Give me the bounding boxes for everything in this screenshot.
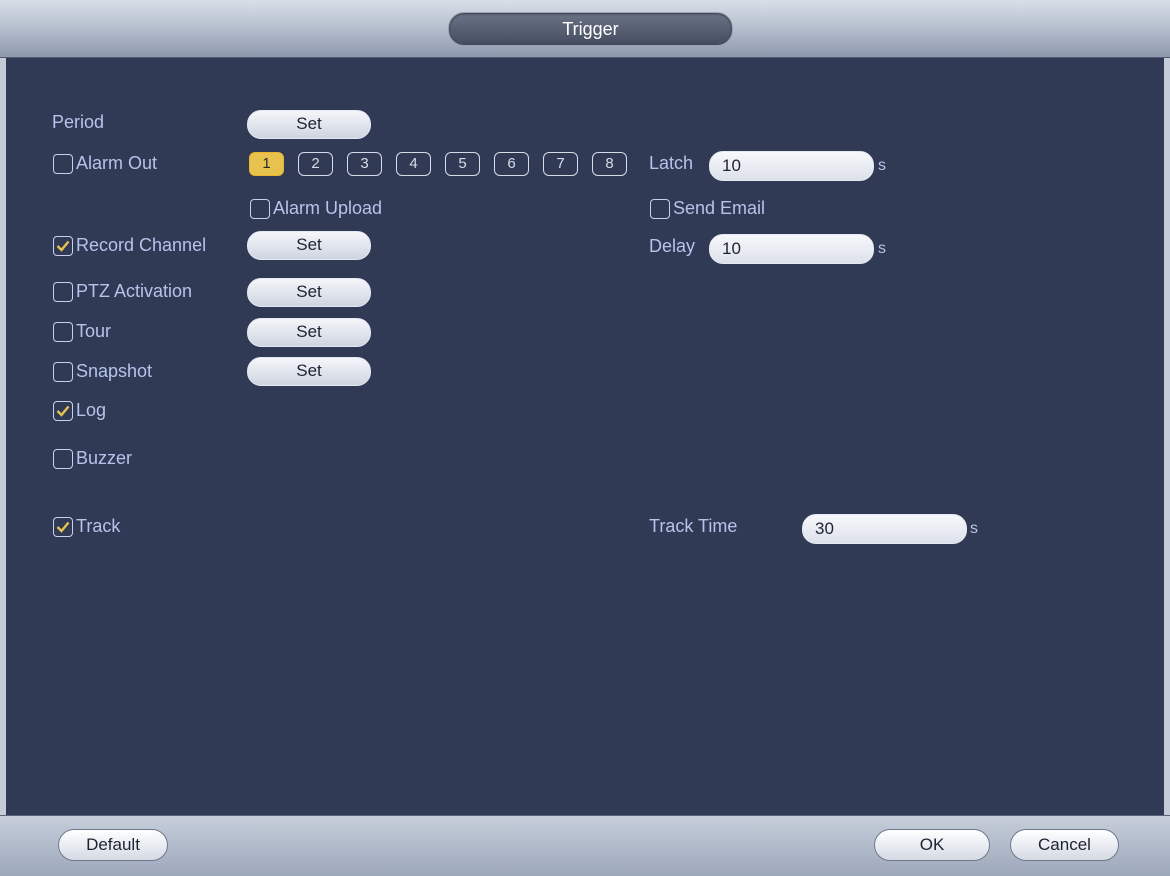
log-checkbox[interactable] [53,400,73,421]
track-label: Track [76,516,121,536]
channel-2-button[interactable]: 2 [298,152,333,176]
alarm-upload-label: Alarm Upload [273,198,383,218]
buzzer-checkbox[interactable] [53,448,73,469]
buzzer-row: Buzzer [53,448,132,469]
log-row: Log [53,400,106,421]
send-email-row: Send Email [650,198,765,219]
cancel-button[interactable]: Cancel [1010,829,1119,861]
ok-button[interactable]: OK [874,829,990,861]
button-bar [0,815,1170,876]
record-channel-row: Record Channel [53,235,206,256]
snapshot-checkbox[interactable] [53,361,73,382]
buzzer-label: Buzzer [76,448,133,468]
period-set-button[interactable]: Set [247,110,371,139]
channel-8-button[interactable]: 8 [592,152,627,176]
delay-label: Delay [649,236,696,256]
send-email-label: Send Email [673,198,766,218]
tour-label: Tour [76,321,112,341]
channel-4-button[interactable]: 4 [396,152,431,176]
alarm-upload-checkbox[interactable] [250,198,270,219]
channel-1-button[interactable]: 1 [249,152,284,176]
track-row: Track [53,516,120,537]
alarm-out-checkbox[interactable] [53,153,73,174]
track-time-unit: s [970,520,978,537]
log-label: Log [76,400,107,420]
ptz-activation-label: PTZ Activation [76,281,193,301]
default-button[interactable]: Default [58,829,168,861]
latch-input[interactable]: 10 [709,151,874,181]
snapshot-label: Snapshot [76,361,153,381]
tour-checkbox[interactable] [53,321,73,342]
snapshot-set-button[interactable]: Set [247,357,371,386]
channel-5-button[interactable]: 5 [445,152,480,176]
delay-input[interactable]: 10 [709,234,874,264]
period-label: Period [52,112,105,132]
send-email-checkbox[interactable] [650,198,670,219]
trigger-dialog [0,0,1170,875]
record-channel-set-button[interactable]: Set [247,231,371,260]
latch-unit: s [878,157,886,174]
track-time-input[interactable]: 30 [802,514,967,544]
ptz-activation-checkbox[interactable] [53,281,73,302]
tour-set-button[interactable]: Set [247,318,371,347]
dialog-title: Trigger [448,12,733,46]
title-bar: Trigger [0,0,1170,58]
ptz-activation-row: PTZ Activation [53,281,192,302]
record-channel-label: Record Channel [76,235,207,255]
alarm-out-label: Alarm Out [76,153,158,173]
ptz-activation-set-button[interactable]: Set [247,278,371,307]
delay-unit: s [878,240,886,257]
alarm-out-row: Alarm Out [53,153,157,174]
track-checkbox[interactable] [53,516,73,537]
snapshot-row: Snapshot [53,361,152,382]
channel-3-button[interactable]: 3 [347,152,382,176]
track-time-label: Track Time [649,516,738,536]
channel-7-button[interactable]: 7 [543,152,578,176]
latch-label: Latch [649,153,694,173]
alarm-upload-row: Alarm Upload [250,198,382,219]
channel-6-button[interactable]: 6 [494,152,529,176]
tour-row: Tour [53,321,111,342]
record-channel-checkbox[interactable] [53,235,73,256]
